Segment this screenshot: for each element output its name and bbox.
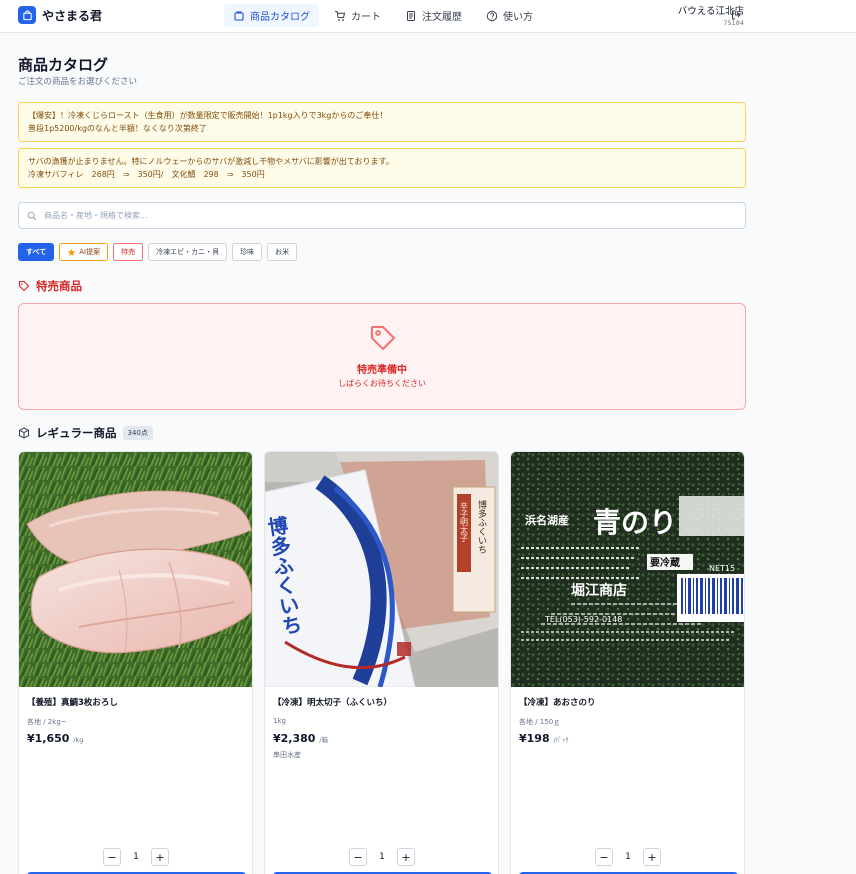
product-price-unit: /ﾊﾟｯｸ [553, 736, 569, 744]
nori-package-tel: TEL(053)-592-0148 [544, 615, 622, 624]
product-price-value: ¥1,650 [27, 732, 70, 745]
nav-help-label: 使い方 [503, 12, 533, 23]
page-scrollbar[interactable] [850, 33, 856, 874]
increment-button[interactable]: + [643, 848, 661, 866]
nav-cart-label: カート [351, 12, 381, 23]
filter-sale-label: 特売 [121, 248, 136, 256]
nori-package-cold: 要冷蔵 [650, 556, 680, 569]
top-navbar: やさまる君 商品カタログ カート 注文履歴 使い方 バウえる江北店 75184 [0, 0, 856, 33]
quantity-value[interactable]: 1 [129, 852, 143, 862]
product-card[interactable]: 辛子明太子 博多ふくいち 博多ふくいち 【冷凍】明太切子（ふくいち） 1kg ¥… [264, 451, 499, 874]
quantity-stepper: − 1 + [349, 848, 415, 866]
product-image-aosa-nori[interactable]: 浜名湖産 青のり 要冷蔵 NET15 堀江商店 TEL(053)-592-014… [511, 452, 744, 687]
regular-section-header: レギュラー商品 340点 [18, 425, 153, 441]
sale-empty-title: 特売準備中 [357, 365, 407, 376]
search-icon [27, 211, 37, 220]
nav-order-history[interactable]: 注文履歴 [396, 4, 471, 27]
category-filters: すべて AI提案 特売 冷凍エビ・カニ・貝 珍味 お米 [18, 243, 298, 261]
tag-icon [371, 326, 395, 350]
notice-1-line2: 普段1p5200/kgのなんと半額！なくなり次第終了 [28, 124, 207, 133]
filter-rice[interactable]: お米 [267, 243, 298, 261]
notice-2-line2: 冷凍サバフィレ 268円 ⇒ 350円/ 文化鯖 298 ⇒ 350円 [28, 170, 265, 179]
filter-ai-label: AI提案 [79, 248, 101, 256]
product-spec: 各地 / 150ｇ [519, 718, 561, 726]
sale-section-header: 特売商品 [18, 278, 82, 294]
notice-1-line1: 【爆安】！冷凍くじらロースト（生食用）が数量限定で販売開始！1p1kg入りで3k… [28, 111, 388, 120]
product-price: ¥1,650 /kg [27, 732, 83, 745]
product-image-mentai[interactable]: 辛子明太子 博多ふくいち 博多ふくいち [265, 452, 498, 687]
product-price: ¥2,380 /箱 [273, 732, 328, 745]
decrement-button[interactable]: − [595, 848, 613, 866]
filter-ai[interactable]: AI提案 [59, 243, 109, 261]
catalog-icon [234, 10, 244, 21]
sale-section-title: 特売商品 [36, 279, 82, 293]
nav-catalog[interactable]: 商品カタログ [224, 4, 319, 27]
app-name: やさまる君 [42, 8, 103, 23]
decrement-button[interactable]: − [103, 848, 121, 866]
product-name: 【冷凍】あおさのり [519, 698, 596, 708]
product-card[interactable]: 【養殖】真鯛3枚おろし 各地 / 2kg~ ¥1,650 /kg − 1 + [18, 451, 253, 874]
page-title: 商品カタログ [18, 56, 109, 74]
quantity-stepper: − 1 + [595, 848, 661, 866]
product-maker: 串田水産 [273, 751, 301, 759]
notice-2-line1: サバの漁獲が止まりません。特にノルウェーからのサバが激減し干物やメサバに影響が出… [28, 157, 394, 166]
mentai-package-label: 辛子明太子 [460, 501, 469, 542]
bag-icon [18, 6, 36, 24]
help-icon [486, 10, 498, 21]
search-input[interactable] [44, 211, 724, 220]
mentai-package-brand-small: 博多ふくいち [476, 499, 487, 554]
tag-icon [18, 280, 30, 292]
nori-package-shop: 堀江商店 [571, 582, 627, 599]
logout-icon[interactable] [730, 9, 742, 21]
filter-delicacy-label: 珍味 [240, 248, 255, 256]
sale-empty-state: 特売準備中 しばらくお待ちください [18, 303, 746, 410]
nav-cart[interactable]: カート [325, 4, 390, 27]
product-price-value: ¥2,380 [273, 732, 316, 745]
product-price: ¥198 /ﾊﾟｯｸ [519, 732, 569, 745]
filter-sale[interactable]: 特売 [113, 243, 144, 261]
nori-package-origin: 浜名湖産 [525, 513, 569, 527]
nori-package-net: NET15 [709, 564, 735, 573]
search-bar [18, 202, 746, 229]
product-name: 【冷凍】明太切子（ふくいち） [273, 698, 393, 708]
product-name: 【養殖】真鯛3枚おろし [27, 698, 118, 708]
filter-all-label: すべて [26, 248, 47, 256]
filter-all[interactable]: すべて [18, 243, 55, 261]
product-spec: 各地 / 2kg~ [27, 718, 67, 726]
notice-banner-1: 【爆安】！冷凍くじらロースト（生食用）が数量限定で販売開始！1p1kg入りで3k… [18, 102, 746, 142]
nav-catalog-label: 商品カタログ [250, 12, 310, 23]
sale-empty-message: しばらくお待ちください [338, 379, 426, 388]
box-icon [19, 427, 29, 439]
product-price-unit: /箱 [319, 736, 328, 744]
decrement-button[interactable]: − [349, 848, 367, 866]
quantity-stepper: − 1 + [103, 848, 169, 866]
quantity-value[interactable]: 1 [375, 852, 389, 862]
product-price-unit: /kg [73, 736, 84, 744]
nori-package-name: 青のり [593, 506, 677, 539]
nav-order-history-label: 注文履歴 [422, 12, 462, 23]
increment-button[interactable]: + [151, 848, 169, 866]
product-image-madai[interactable] [19, 452, 252, 687]
app-logo[interactable]: やさまる君 [18, 6, 102, 24]
main-nav: 商品カタログ カート 注文履歴 使い方 [224, 4, 542, 27]
page-subtitle: ご注文の商品をお選びください [18, 77, 138, 87]
product-spec: 1kg [273, 717, 286, 725]
nav-help[interactable]: 使い方 [477, 4, 542, 27]
regular-section-title: レギュラー商品 [36, 426, 117, 440]
filter-frozen-shrimp-crab-label: 冷凍エビ・カニ・貝 [156, 248, 220, 256]
product-card[interactable]: 浜名湖産 青のり 要冷蔵 NET15 堀江商店 TEL(053)-592-014… [510, 451, 745, 874]
order-history-icon [407, 10, 415, 21]
product-count-badge: 340点 [122, 426, 153, 440]
product-price-value: ¥198 [519, 732, 550, 745]
increment-button[interactable]: + [397, 848, 415, 866]
star-icon [67, 248, 76, 256]
cart-icon [335, 10, 346, 21]
filter-delicacy[interactable]: 珍味 [232, 243, 263, 261]
filter-frozen-shrimp-crab[interactable]: 冷凍エビ・カニ・貝 [148, 243, 228, 261]
notice-banner-2: サバの漁獲が止まりません。特にノルウェーからのサバが激減し干物やメサバに影響が出… [18, 148, 746, 188]
quantity-value[interactable]: 1 [621, 852, 635, 862]
filter-rice-label: お米 [275, 248, 290, 256]
